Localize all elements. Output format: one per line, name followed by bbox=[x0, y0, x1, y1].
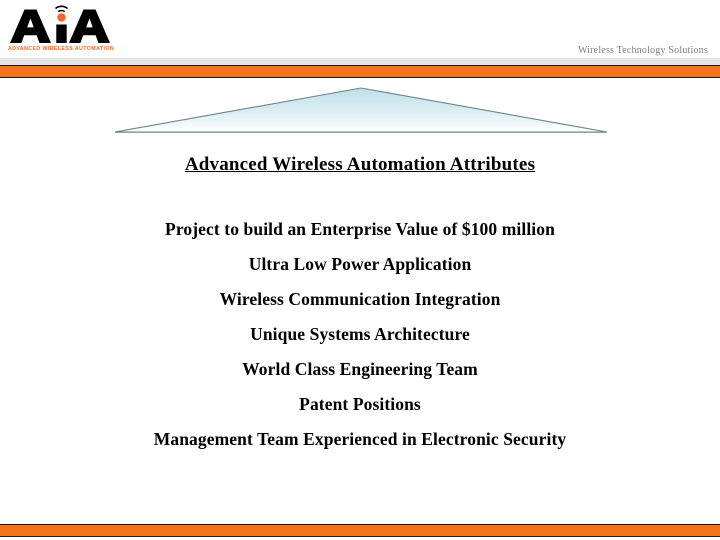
list-item: Ultra Low Power Application bbox=[248, 254, 472, 274]
header-tagline: Wireless Technology Solutions bbox=[577, 45, 708, 56]
mountain-triangle-graphic bbox=[112, 86, 610, 136]
header-accent-bar bbox=[0, 65, 720, 78]
attributes-list: Project to build an Enterprise Value of … bbox=[0, 212, 720, 457]
page-title: Advanced Wireless Automation Attributes bbox=[184, 154, 536, 175]
aia-logo-icon bbox=[10, 5, 110, 43]
slide-content: Advanced Wireless Automation Attributes … bbox=[0, 150, 720, 457]
footer-accent-bar bbox=[0, 524, 720, 537]
mountain-triangle-shape bbox=[114, 87, 608, 133]
list-item: Wireless Communication Integration bbox=[219, 289, 501, 309]
brand-logo-tagline: ADVANCED WIRELESS AUTOMATION bbox=[8, 46, 115, 52]
brand-logo[interactable]: ADVANCED WIRELESS AUTOMATION bbox=[6, 2, 114, 56]
list-item: Management Team Experienced in Electroni… bbox=[153, 429, 567, 449]
list-item: Patent Positions bbox=[299, 394, 421, 414]
list-item: World Class Engineering Team bbox=[242, 359, 478, 379]
list-item: Unique Systems Architecture bbox=[250, 324, 470, 344]
list-item: Project to build an Enterprise Value of … bbox=[165, 219, 555, 239]
header-gray-band bbox=[0, 58, 720, 65]
slide-header: ADVANCED WIRELESS AUTOMATION Wireless Te… bbox=[0, 0, 720, 58]
